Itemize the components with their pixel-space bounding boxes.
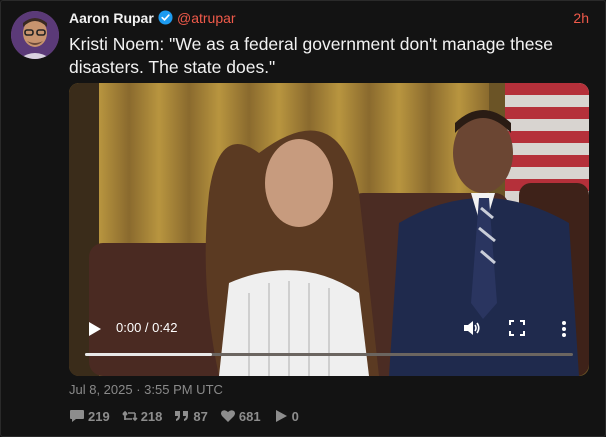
volume-icon[interactable] <box>462 319 480 337</box>
like-stat[interactable]: 681 <box>220 409 261 424</box>
reply-icon <box>70 410 84 422</box>
video-controls: 0:00 / 0:42 <box>69 309 589 376</box>
more-options-icon[interactable] <box>561 320 567 338</box>
view-count: 0 <box>291 408 299 424</box>
quote-stat[interactable]: 87 <box>174 408 208 424</box>
avatar[interactable] <box>11 11 59 59</box>
avatar-image <box>11 11 59 59</box>
quote-count: 87 <box>193 408 208 424</box>
verified-badge-icon <box>158 10 173 25</box>
play-views-icon <box>275 410 287 422</box>
tweet-date[interactable]: Jul 8, 2025 · 3:55 PM UTC <box>69 382 223 397</box>
retweet-icon <box>122 410 138 422</box>
retweet-stat[interactable]: 218 <box>122 408 163 424</box>
view-stat[interactable]: 0 <box>273 409 299 424</box>
video-progress-bar[interactable] <box>85 353 573 356</box>
video-timecode: 0:00 / 0:42 <box>116 320 178 335</box>
tweet-card: Aaron Rupar @atrupar 2h Kristi Noem: "We… <box>0 0 606 437</box>
author-name[interactable]: Aaron Rupar <box>69 10 154 26</box>
play-icon[interactable] <box>88 321 102 337</box>
video-player[interactable]: 0:00 / 0:42 <box>69 83 589 376</box>
author-handle[interactable]: @atrupar <box>177 10 236 26</box>
fullscreen-icon[interactable] <box>509 320 525 336</box>
reply-stat[interactable]: 219 <box>69 409 110 424</box>
tweet-timestamp[interactable]: 2h <box>573 10 589 26</box>
quote-icon <box>175 411 189 421</box>
tweet-text: Kristi Noem: "We as a federal government… <box>69 34 553 77</box>
retweet-count: 218 <box>140 408 163 424</box>
reply-count: 219 <box>88 408 110 424</box>
engagement-stats: 219 218 87 681 0 <box>69 407 311 425</box>
video-progress-fill <box>85 353 212 356</box>
heart-icon <box>220 410 235 422</box>
like-count: 681 <box>238 408 261 424</box>
